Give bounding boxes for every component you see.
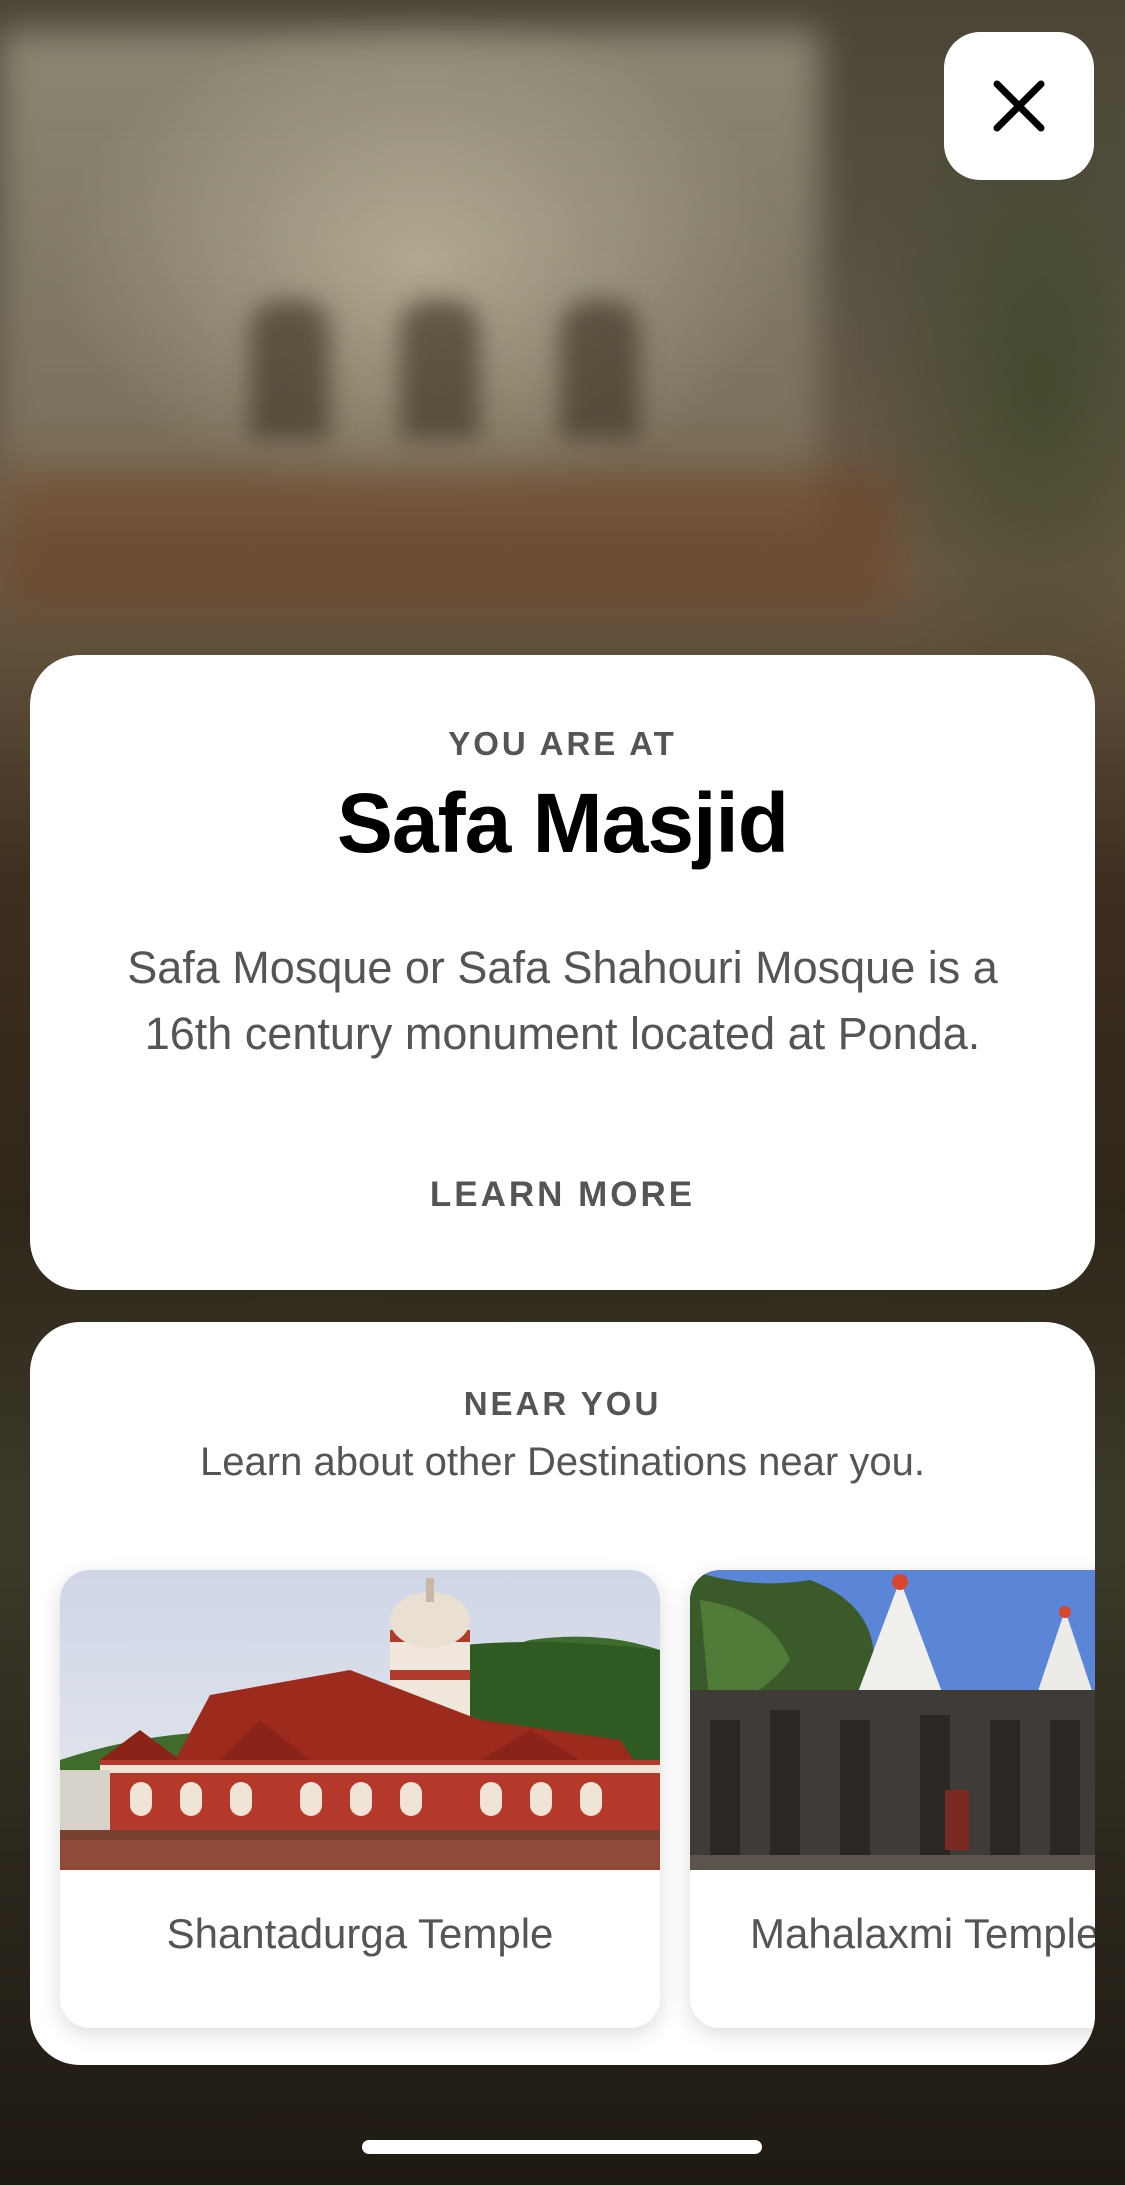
background-window xyxy=(560,300,640,440)
background-window xyxy=(250,300,330,440)
home-indicator[interactable] xyxy=(362,2140,762,2154)
background-window xyxy=(400,300,480,440)
learn-more-button[interactable]: LEARN MORE xyxy=(30,1175,1095,1215)
background-building xyxy=(0,30,820,530)
close-button[interactable] xyxy=(944,32,1094,180)
place-title: Safa Masjid xyxy=(336,776,789,870)
near-you-subtitle: Learn about other Destinations near you. xyxy=(200,1440,925,1484)
destination-name: Mahalaxmi Temple xyxy=(750,1910,1095,1957)
destination-photo xyxy=(60,1570,660,1870)
near-you-card: NEAR YOU Learn about other Destinations … xyxy=(30,1322,1095,2065)
close-icon xyxy=(993,80,1045,132)
background-roof xyxy=(0,470,900,610)
place-description: Safa Mosque or Safa Shahouri Mosque is a… xyxy=(127,942,998,1059)
destination-card-mahalaxmi[interactable]: Mahalaxmi Temple xyxy=(690,1570,1095,2028)
near-you-eyebrow: NEAR YOU xyxy=(463,1385,662,1422)
destination-photo xyxy=(690,1570,1095,1870)
current-location-card: YOU ARE AT Safa Masjid Safa Mosque or Sa… xyxy=(30,655,1095,1290)
destination-name: Shantadurga Temple xyxy=(166,1910,554,1957)
destination-card-shantadurga[interactable]: Shantadurga Temple xyxy=(60,1570,660,2028)
location-eyebrow: YOU ARE AT xyxy=(448,725,677,762)
